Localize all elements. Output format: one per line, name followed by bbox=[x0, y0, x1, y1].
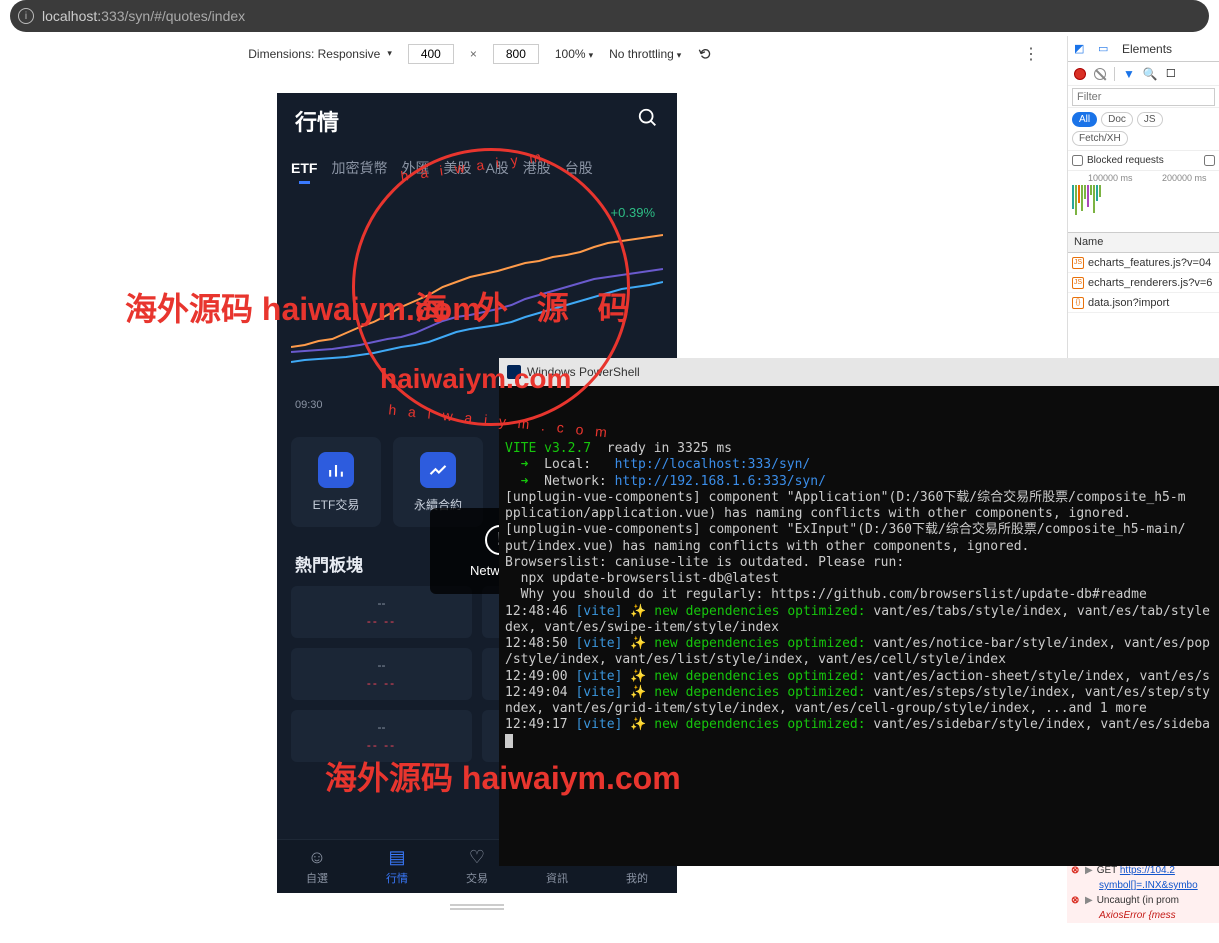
filter-doc[interactable]: Doc bbox=[1101, 112, 1133, 127]
powershell-title-text: Windows PowerShell bbox=[527, 365, 640, 379]
device-toolbar: Dimensions: Responsive × 100% No throttl… bbox=[0, 36, 1219, 72]
tab-tw[interactable]: 台股 bbox=[565, 158, 593, 178]
tab-crypto[interactable]: 加密貨幣 bbox=[331, 158, 387, 178]
dimensions-dropdown[interactable]: Dimensions: Responsive bbox=[248, 47, 392, 61]
blocked-checkbox[interactable] bbox=[1072, 155, 1083, 166]
smile-icon: ☺ bbox=[308, 847, 326, 868]
console-link[interactable]: https://104.2 bbox=[1120, 865, 1175, 876]
url-text: localhost:333/syn/#/quotes/index bbox=[42, 8, 245, 24]
filter-js[interactable]: JS bbox=[1137, 112, 1163, 127]
preserve-checkbox[interactable]: ☐ bbox=[1166, 67, 1176, 80]
tab-us[interactable]: 美股 bbox=[443, 158, 471, 178]
zoom-dropdown[interactable]: 100% bbox=[555, 47, 593, 61]
js-file-icon: JS bbox=[1072, 257, 1084, 269]
console-error-detail: symbol[]=.INX&symbo bbox=[1067, 878, 1219, 893]
clear-icon[interactable] bbox=[1094, 68, 1106, 80]
powershell-window[interactable]: Windows PowerShell VITE v3.2.7 ready in … bbox=[499, 358, 1219, 866]
rotate-icon[interactable]: ⟲ bbox=[694, 42, 713, 65]
network-timeline[interactable]: 100000 ms 200000 ms bbox=[1068, 171, 1219, 233]
extra-checkbox[interactable] bbox=[1204, 155, 1215, 166]
chart-icon: ▤ bbox=[388, 847, 405, 868]
bar-chart-icon bbox=[318, 452, 354, 488]
page-title: 行情 bbox=[295, 105, 339, 137]
device-canvas: 行情 ETF 加密貨幣 外匯 美股 A股 港股 台股 +0.39% 09:30 … bbox=[0, 68, 1067, 943]
name-column-header[interactable]: Name bbox=[1068, 233, 1219, 253]
more-options-icon[interactable]: ⋮ bbox=[1023, 44, 1039, 64]
timeline-tick: 200000 ms bbox=[1162, 173, 1207, 183]
error-icon: ⊗ bbox=[1071, 895, 1081, 906]
height-input[interactable] bbox=[493, 44, 539, 64]
record-icon[interactable] bbox=[1074, 68, 1086, 80]
file-name: echarts_renderers.js?v=6 bbox=[1088, 277, 1212, 289]
network-file-row[interactable]: JS echarts_features.js?v=04 bbox=[1068, 253, 1219, 273]
filter-fetch[interactable]: Fetch/XH bbox=[1072, 131, 1128, 146]
filter-input[interactable] bbox=[1072, 88, 1215, 106]
nav-watchlist[interactable]: ☺自選 bbox=[277, 840, 357, 893]
device-mode-icon[interactable]: ▭ bbox=[1098, 42, 1112, 56]
width-input[interactable] bbox=[408, 44, 454, 64]
expand-arrow-icon[interactable]: ▶ bbox=[1085, 865, 1093, 876]
search-icon[interactable] bbox=[637, 107, 659, 135]
dimension-separator: × bbox=[470, 47, 477, 61]
card-etf-trade[interactable]: ETF交易 bbox=[291, 437, 381, 527]
category-tabs: ETF 加密貨幣 外匯 美股 A股 港股 台股 bbox=[277, 149, 677, 187]
trend-icon bbox=[420, 452, 456, 488]
blocked-requests-row: Blocked requests bbox=[1068, 151, 1219, 171]
powershell-titlebar[interactable]: Windows PowerShell bbox=[499, 358, 1219, 386]
filter-all[interactable]: All bbox=[1072, 112, 1097, 127]
block-cell[interactable]: ---- -- bbox=[291, 648, 472, 700]
js-file-icon: JS bbox=[1072, 277, 1084, 289]
file-name: data.json?import bbox=[1088, 297, 1169, 309]
powershell-icon bbox=[507, 365, 521, 379]
json-file-icon: {} bbox=[1072, 297, 1084, 309]
elements-tab[interactable]: Elements bbox=[1122, 42, 1172, 56]
error-icon: ⊗ bbox=[1071, 865, 1081, 876]
heart-icon: ♡ bbox=[469, 847, 485, 868]
blocked-label: Blocked requests bbox=[1087, 155, 1164, 166]
tab-etf[interactable]: ETF bbox=[291, 160, 317, 176]
type-filter-row: All Doc JS Fetch/XH bbox=[1068, 108, 1219, 151]
expand-arrow-icon[interactable]: ▶ bbox=[1085, 895, 1093, 906]
resize-handle-bottom[interactable] bbox=[450, 898, 504, 916]
search-icon[interactable]: 🔍 bbox=[1143, 67, 1158, 81]
console-error-detail: AxiosError {mess bbox=[1067, 908, 1219, 923]
throttling-dropdown[interactable]: No throttling bbox=[609, 47, 681, 61]
network-file-row[interactable]: {} data.json?import bbox=[1068, 293, 1219, 313]
network-file-row[interactable]: JS echarts_renderers.js?v=6 bbox=[1068, 273, 1219, 293]
tab-cn[interactable]: A股 bbox=[485, 158, 508, 178]
site-info-icon[interactable]: i bbox=[18, 8, 34, 24]
inspect-icon[interactable]: ◩ bbox=[1074, 42, 1088, 56]
devtools-tabs: ◩ ▭ Elements bbox=[1068, 36, 1219, 62]
powershell-output[interactable]: VITE v3.2.7 ready in 3325 ms ➜ Local: ht… bbox=[499, 386, 1219, 756]
card-label: ETF交易 bbox=[313, 496, 360, 513]
app-header: 行情 bbox=[277, 93, 677, 149]
filter-icon[interactable]: ▼ bbox=[1123, 67, 1135, 81]
tab-forex[interactable]: 外匯 bbox=[401, 158, 429, 178]
block-cell[interactable]: ---- -- bbox=[291, 710, 472, 762]
console-error[interactable]: ⊗ ▶ Uncaught (in prom bbox=[1067, 893, 1219, 908]
browser-url-bar[interactable]: i localhost:333/syn/#/quotes/index bbox=[10, 0, 1209, 32]
file-name: echarts_features.js?v=04 bbox=[1088, 257, 1211, 269]
network-toolbar: ▼ 🔍 ☐ bbox=[1068, 62, 1219, 86]
tab-hk[interactable]: 港股 bbox=[523, 158, 551, 178]
timeline-tick: 100000 ms bbox=[1088, 173, 1133, 183]
nav-quotes[interactable]: ▤行情 bbox=[357, 840, 437, 893]
filter-input-row bbox=[1068, 86, 1219, 108]
